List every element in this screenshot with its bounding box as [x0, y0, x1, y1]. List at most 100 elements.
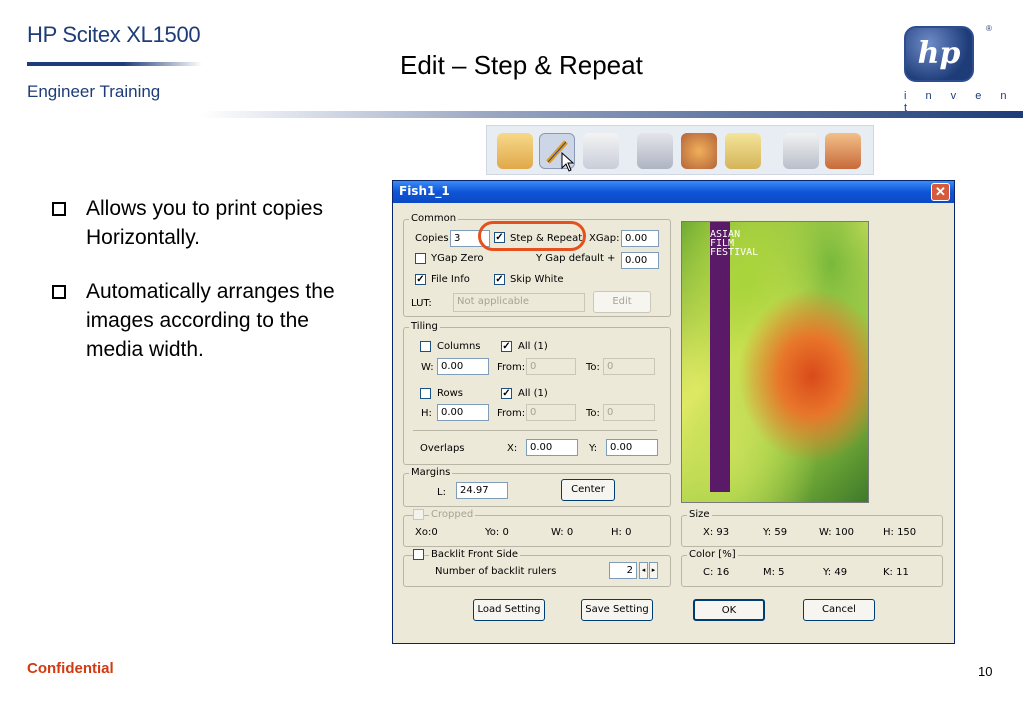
lut-label: LUT: — [411, 298, 432, 309]
close-icon[interactable]: ✕ — [931, 183, 950, 201]
color-y: Y: 49 — [823, 567, 848, 578]
overlaps-label: Overlaps — [420, 443, 465, 454]
cropped-xo: Xo:0 — [415, 527, 438, 538]
print-queue-icon[interactable] — [583, 133, 619, 169]
to-label: To: — [586, 362, 600, 373]
ygap-zero-checkbox[interactable] — [415, 253, 426, 264]
all-rows-checkbox[interactable]: ✓ — [501, 388, 512, 399]
logo-tagline: i n v e n t — [904, 90, 1015, 114]
center-button[interactable]: Center — [561, 479, 615, 501]
skip-white-label: Skip White — [510, 274, 564, 285]
from-label: From: — [497, 408, 526, 419]
bullet-marker — [52, 285, 66, 299]
cancel-button[interactable]: Cancel — [803, 599, 875, 621]
brand-title: HP Scitex XL1500 — [27, 22, 201, 47]
size-w: W: 100 — [819, 527, 854, 538]
cropped-label: Cropped — [429, 509, 476, 520]
copies-label: Copies — [415, 233, 449, 244]
cropped-w: W: 0 — [551, 527, 574, 538]
cropped-h: H: 0 — [611, 527, 632, 538]
bullet-marker — [52, 202, 66, 216]
overlap-x-label: X: — [507, 443, 518, 454]
color-k: K: 11 — [883, 567, 909, 578]
xgap-field[interactable]: 0.00 — [621, 230, 659, 247]
columns-checkbox[interactable] — [420, 341, 431, 352]
decrement-arrow-icon[interactable]: ◂ — [639, 562, 648, 579]
step-repeat-highlight — [478, 221, 586, 251]
folder-icon[interactable] — [497, 133, 533, 169]
lut-dropdown[interactable]: Not applicable — [453, 293, 585, 312]
load-setting-button[interactable]: Load Setting — [473, 599, 545, 621]
left-margin-label: L: — [437, 487, 446, 498]
tools-icon[interactable] — [637, 133, 673, 169]
ok-button[interactable]: OK — [693, 599, 765, 621]
cropped-checkbox[interactable] — [413, 509, 424, 520]
registered-mark: ® — [986, 24, 992, 33]
trash-icon[interactable] — [783, 133, 819, 169]
margins-group-label: Margins — [409, 467, 453, 478]
rows-to-field[interactable]: 0 — [603, 404, 655, 421]
backlit-checkbox[interactable] — [413, 549, 424, 560]
from-label: From: — [497, 362, 526, 373]
hp-logo: hp — [904, 26, 974, 82]
app-toolbar — [486, 125, 874, 175]
size-x: X: 93 — [703, 527, 730, 538]
page-number: 10 — [978, 664, 993, 679]
hp-logo-text: hp — [917, 36, 961, 71]
exit-icon[interactable] — [825, 133, 861, 169]
overlap-x-field[interactable]: 0.00 — [526, 439, 578, 456]
color-m: M: 5 — [763, 567, 785, 578]
file-info-checkbox[interactable]: ✓ — [415, 274, 426, 285]
color-group-label: Color [%] — [687, 549, 738, 560]
all-columns-label: All (1) — [518, 341, 548, 352]
common-group-label: Common — [409, 213, 459, 224]
overlap-y-label: Y: — [589, 443, 598, 454]
rows-checkbox[interactable] — [420, 388, 431, 399]
brand-underline — [27, 62, 202, 66]
to-label: To: — [586, 408, 600, 419]
color-c: C: 16 — [703, 567, 730, 578]
preview-title-band: ASIAN FILM FESTIVAL — [710, 222, 759, 492]
all-columns-checkbox[interactable]: ✓ — [501, 341, 512, 352]
height-label: H: — [421, 408, 432, 419]
preview-band-text: ASIAN FILM FESTIVAL — [710, 229, 759, 258]
backlit-label: Backlit Front Side — [429, 549, 521, 560]
rows-label: Rows — [437, 388, 464, 399]
save-setting-button[interactable]: Save Setting — [581, 599, 653, 621]
lut-edit-button[interactable]: Edit — [593, 291, 651, 313]
overlap-y-field[interactable]: 0.00 — [606, 439, 658, 456]
title-gradient-bar — [200, 111, 1023, 118]
height-field[interactable]: 0.00 — [437, 404, 489, 421]
left-margin-field[interactable]: 24.97 — [456, 482, 508, 499]
xgap-label: XGap: — [589, 233, 620, 244]
size-y: Y: 59 — [763, 527, 788, 538]
scroll-icon[interactable] — [725, 133, 761, 169]
width-label: W: — [421, 362, 434, 373]
file-info-label: File Info — [431, 274, 470, 285]
slide-title: Edit – Step & Repeat — [400, 50, 643, 80]
ygap-field[interactable]: 0.00 — [621, 252, 659, 269]
confidential-label: Confidential — [27, 660, 114, 677]
columns-to-field[interactable]: 0 — [603, 358, 655, 375]
mouse-cursor-icon — [561, 152, 575, 172]
size-group-label: Size — [687, 509, 712, 520]
step-repeat-dialog: Fish1_1 ✕ Common Copies 3 ✓ Step & Repea… — [392, 180, 955, 644]
rows-from-field[interactable]: 0 — [526, 404, 576, 421]
width-field[interactable]: 0.00 — [437, 358, 489, 375]
gears-icon[interactable] — [681, 133, 717, 169]
skip-white-checkbox[interactable]: ✓ — [494, 274, 505, 285]
slide-subtitle: Engineer Training — [27, 82, 161, 101]
ygap-default-label: Y Gap default + — [536, 253, 616, 264]
dialog-title: Fish1_1 — [399, 184, 450, 198]
tiling-divider — [413, 430, 657, 431]
columns-label: Columns — [437, 341, 481, 352]
increment-arrow-icon[interactable]: ▸ — [649, 562, 658, 579]
backlit-rulers-label: Number of backlit rulers — [435, 566, 557, 577]
columns-from-field[interactable]: 0 — [526, 358, 576, 375]
backlit-rulers-field[interactable]: 2 — [609, 562, 637, 579]
bullet-text: Automatically arranges the images accord… — [86, 280, 335, 361]
ygap-zero-label: YGap Zero — [431, 253, 484, 264]
bullet-text: Allows you to print copies Horizontally. — [86, 197, 323, 249]
dialog-titlebar[interactable]: Fish1_1 ✕ — [393, 181, 954, 203]
cropped-yo: Yo: 0 — [485, 527, 509, 538]
